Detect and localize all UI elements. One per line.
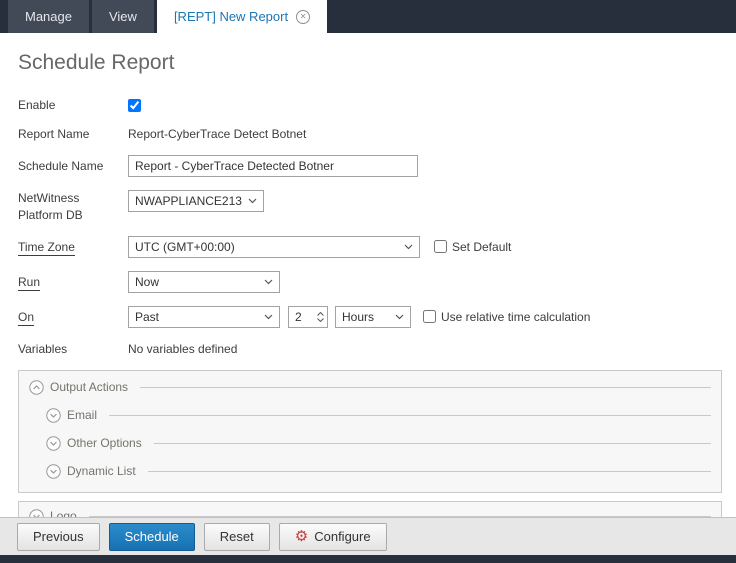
chevron-down-icon [317, 318, 324, 322]
section-logo-label: Logo [50, 509, 77, 517]
chevron-up-circle-icon [29, 380, 44, 395]
tab-manage[interactable]: Manage [8, 0, 89, 33]
app-window: Manage View [REPT] New Report ✕ Schedule… [0, 0, 736, 563]
tab-manage-label: Manage [25, 9, 72, 24]
db-row: NetWitness Platform DB NWAPPLIANCE21328 … [18, 190, 722, 222]
section-output-actions-label: Output Actions [50, 380, 128, 394]
chevron-down-circle-icon [46, 436, 61, 451]
report-name-row: Report Name Report-CyberTrace Detect Bot… [18, 126, 722, 142]
section-other-options-label: Other Options [67, 436, 142, 450]
on-count-value: 2 [289, 307, 313, 327]
logo-panel: Logo [18, 501, 722, 517]
schedule-name-input[interactable] [128, 155, 418, 177]
tab-bar: Manage View [REPT] New Report ✕ [0, 0, 736, 33]
close-tab-icon[interactable]: ✕ [296, 10, 310, 24]
chevron-down-icon [264, 279, 273, 285]
timezone-select-value: UTC (GMT+00:00) [135, 240, 235, 254]
set-default-checkbox[interactable] [434, 240, 447, 253]
db-label: NetWitness Platform DB [18, 190, 128, 222]
run-label: Run [18, 274, 128, 290]
output-actions-panel: Output Actions Email Other Options [18, 370, 722, 493]
schedule-name-label: Schedule Name [18, 158, 128, 174]
chevron-down-icon [404, 244, 413, 250]
relative-time-checkbox[interactable] [423, 310, 436, 323]
previous-button[interactable]: Previous [17, 523, 100, 551]
section-dynamic-list-label: Dynamic List [67, 464, 136, 478]
chevron-down-icon [248, 198, 257, 204]
footer-bar: Previous Schedule Reset ⚙ Configure [0, 517, 736, 555]
schedule-name-row: Schedule Name [18, 155, 722, 177]
enable-checkbox[interactable] [128, 99, 141, 112]
set-default-label: Set Default [452, 240, 511, 254]
section-divider [109, 415, 711, 416]
db-select-value: NWAPPLIANCE21328 · [135, 194, 242, 208]
output-actions-children: Email Other Options Dynamic List [29, 408, 711, 479]
stepper-arrows[interactable] [313, 307, 327, 327]
tab-view[interactable]: View [92, 0, 154, 33]
section-other-options[interactable]: Other Options [46, 436, 711, 451]
db-label-line2: Platform DB [18, 208, 83, 222]
configure-button[interactable]: ⚙ Configure [279, 523, 387, 551]
tab-new-report-label: [REPT] New Report [174, 9, 288, 24]
reset-button[interactable]: Reset [204, 523, 270, 551]
section-divider [154, 443, 711, 444]
chevron-down-icon [395, 314, 404, 320]
run-select-value: Now [135, 275, 159, 289]
chevron-down-icon [264, 314, 273, 320]
section-dynamic-list[interactable]: Dynamic List [46, 464, 711, 479]
section-email-label: Email [67, 408, 97, 422]
variables-value: No variables defined [128, 342, 237, 356]
timezone-select[interactable]: UTC (GMT+00:00) [128, 236, 420, 258]
timezone-label: Time Zone [18, 239, 128, 255]
schedule-report-form: Schedule Report Enable Report Name Repor… [0, 33, 736, 517]
on-count-stepper[interactable]: 2 [288, 306, 328, 328]
configure-label: Configure [314, 529, 370, 544]
relative-time-label: Use relative time calculation [441, 310, 590, 324]
chevron-down-circle-icon [46, 408, 61, 423]
chevron-down-circle-icon [46, 464, 61, 479]
on-unit-value: Hours [342, 310, 374, 324]
on-row: On Past 2 Hours [18, 306, 722, 328]
enable-row: Enable [18, 97, 722, 113]
tab-view-label: View [109, 9, 137, 24]
tab-new-report[interactable]: [REPT] New Report ✕ [157, 0, 327, 33]
on-unit-select[interactable]: Hours [335, 306, 411, 328]
page-title: Schedule Report [18, 51, 722, 75]
section-email[interactable]: Email [46, 408, 711, 423]
enable-label: Enable [18, 97, 128, 113]
chevron-down-circle-icon [29, 509, 44, 517]
run-select[interactable]: Now [128, 271, 280, 293]
db-label-line1: NetWitness [18, 191, 79, 205]
report-name-value: Report-CyberTrace Detect Botnet [128, 127, 306, 141]
on-label: On [18, 309, 128, 325]
section-logo[interactable]: Logo [29, 509, 711, 517]
timezone-row: Time Zone UTC (GMT+00:00) Set Default [18, 236, 722, 258]
section-divider [148, 471, 711, 472]
db-select[interactable]: NWAPPLIANCE21328 · [128, 190, 264, 212]
section-output-actions[interactable]: Output Actions [29, 380, 711, 395]
on-period-select[interactable]: Past [128, 306, 280, 328]
run-row: Run Now [18, 271, 722, 293]
on-period-value: Past [135, 310, 159, 324]
schedule-button[interactable]: Schedule [109, 523, 195, 551]
bottom-strip [0, 555, 736, 563]
gear-icon: ⚙ [295, 529, 308, 544]
section-divider [140, 387, 711, 388]
relative-time-group: Use relative time calculation [423, 310, 590, 324]
variables-row: Variables No variables defined [18, 341, 722, 357]
set-default-group: Set Default [434, 240, 511, 254]
chevron-up-icon [317, 312, 324, 316]
report-name-label: Report Name [18, 126, 128, 142]
variables-label: Variables [18, 341, 128, 357]
